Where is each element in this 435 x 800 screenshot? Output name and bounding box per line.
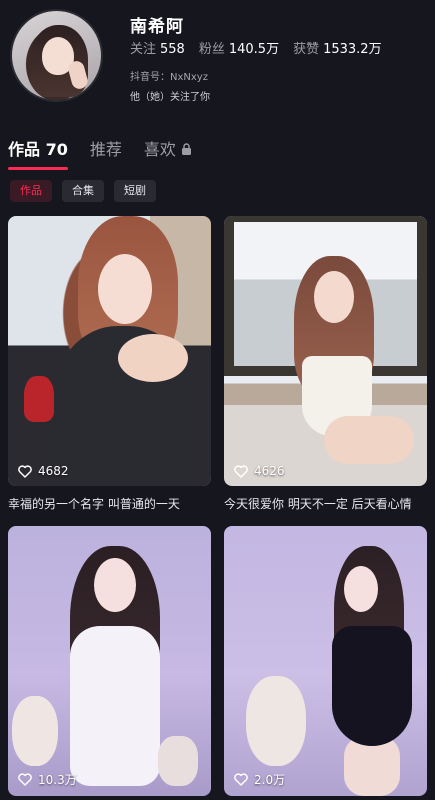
post-thumbnail-1 [8, 216, 211, 486]
tab-likes-label: 喜欢 [143, 140, 176, 159]
post-card-4[interactable]: 2.0万 [224, 526, 427, 796]
post-caption-1[interactable]: 幸福的另一个名字 叫普通的一天 [8, 495, 180, 512]
heart-icon [18, 464, 32, 478]
stat-following-label: 关注 [130, 42, 157, 57]
post-thumbnail-2 [224, 216, 427, 486]
tab-recommended[interactable]: 推荐 [90, 136, 122, 170]
post-thumbnail-4 [224, 526, 427, 796]
profile-header: 南希阿 关注 558 粉丝 140.5万 获赞 1533.2万 抖音号：NxNxyz … [0, 0, 435, 115]
thumb4-dress [332, 626, 412, 746]
post-likes-count-4: 2.0万 [254, 773, 286, 787]
profile-tabs: 作品 70 推荐 喜欢 [8, 136, 192, 170]
stat-likes-value: 1533.2万 [323, 42, 382, 57]
profile-name: 南希阿 [130, 17, 184, 37]
chip-collections[interactable]: 合集 [62, 180, 104, 202]
thumb2-face [314, 271, 354, 323]
content-filter-chips: 作品 合集 短剧 [10, 180, 156, 202]
heart-icon [18, 773, 32, 786]
post-likes-3: 10.3万 [18, 771, 77, 788]
lock-icon [181, 143, 191, 155]
post-likes-4: 2.0万 [234, 771, 285, 788]
post-caption-2[interactable]: 今天很爱你 明天不一定 后天看心情 [224, 495, 412, 512]
post-thumbnail-3 [8, 526, 211, 796]
stat-followers-label: 粉丝 [198, 42, 225, 57]
thumb1-face [98, 254, 152, 324]
stat-following[interactable]: 关注 558 [130, 38, 185, 57]
stat-following-value: 558 [160, 42, 185, 57]
thumb3-face [94, 558, 136, 612]
post-likes-count-1: 4682 [38, 464, 69, 478]
avatar[interactable] [10, 9, 103, 102]
post-likes-count-3: 10.3万 [38, 773, 77, 787]
profile-stats: 关注 558 粉丝 140.5万 获赞 1533.2万 [130, 38, 382, 57]
stat-likes-label: 获赞 [293, 42, 320, 57]
stat-followers[interactable]: 粉丝 140.5万 [199, 38, 279, 57]
tab-works[interactable]: 作品 70 [8, 136, 68, 170]
thumb1-decoration [24, 376, 54, 422]
thumb4-face [344, 566, 378, 612]
tab-works-label: 作品 70 [8, 140, 68, 159]
stat-likes[interactable]: 获赞 1533.2万 [293, 38, 382, 57]
chip-short-drama[interactable]: 短剧 [114, 180, 156, 202]
post-card-2[interactable]: 4626 [224, 216, 427, 486]
post-likes-2: 4626 [234, 464, 285, 478]
thumb3-plush-toy [12, 696, 58, 766]
tab-likes[interactable]: 喜欢 [144, 136, 192, 170]
thumb4-plush-toy [246, 676, 306, 766]
thumb1-shoulder [118, 334, 188, 382]
heart-icon [234, 773, 248, 786]
thumb3-dress [70, 626, 160, 786]
chip-works[interactable]: 作品 [10, 180, 52, 202]
post-card-1[interactable]: 4682 [8, 216, 211, 486]
profile-page: 南希阿 关注 558 粉丝 140.5万 获赞 1533.2万 抖音号：NxNxyz … [0, 0, 435, 800]
tab-recommended-label: 推荐 [89, 140, 122, 159]
post-likes-count-2: 4626 [254, 464, 285, 478]
post-card-3[interactable]: 10.3万 [8, 526, 211, 796]
stat-followers-value: 140.5万 [228, 42, 280, 57]
thumb2-legs [324, 416, 414, 464]
post-likes-1: 4682 [18, 464, 69, 478]
heart-icon [234, 464, 248, 478]
account-id: 抖音号：NxNxyz [130, 72, 208, 83]
follows-you-text: 他（她）关注了你 [130, 92, 210, 103]
thumb3-plush-toy-2 [158, 736, 198, 786]
